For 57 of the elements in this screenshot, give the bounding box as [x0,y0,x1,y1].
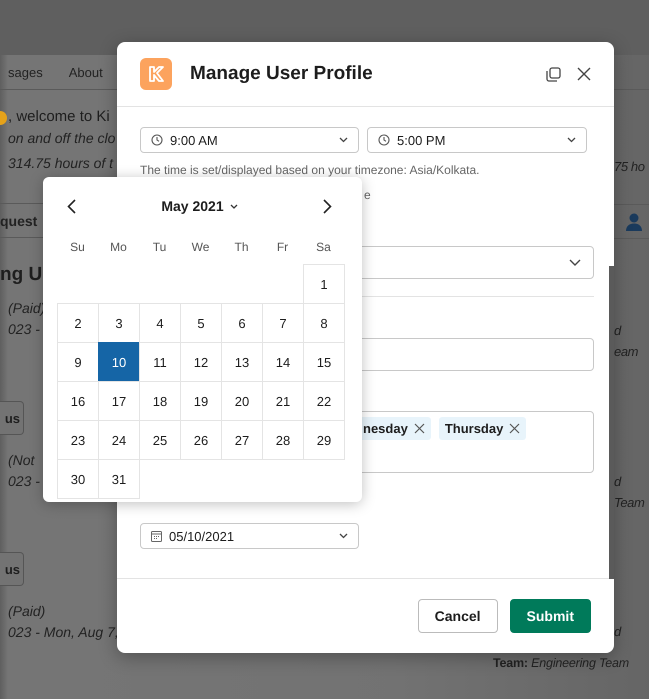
calendar-day[interactable]: 10 [98,342,140,382]
weekday-label: Th [233,240,250,254]
chevron-down-icon [339,533,348,539]
greeting-text: , welcome to Ki [8,107,110,127]
weekday-label: Su [69,240,86,254]
date-field[interactable]: 05/10/2021 [140,523,359,549]
background-text: d [614,322,621,340]
app-logo [140,58,172,90]
background-text: 314.75 hours of t [8,154,114,173]
note-text: e [364,188,371,202]
background-text: d [614,473,621,491]
dialog-title: Manage User Profile [190,63,374,85]
timezone-note: The time is set/displayed based on your timezone: Asia/Kolkata. [140,163,481,177]
background-text: on and off the clo [8,129,116,148]
chevron-down-icon [339,137,348,143]
background-text: 75 ho [614,158,645,176]
background-text: Team [614,494,644,512]
calendar-icon [151,530,162,542]
background-button[interactable]: us [0,552,24,586]
calendar-day[interactable]: 30 [57,459,99,499]
section-heading: quest [0,212,38,228]
background-text: d [614,623,621,641]
background-text: 023 - [8,320,40,339]
weekday-label: We [190,240,210,254]
duplicate-icon[interactable] [546,66,561,82]
submit-button[interactable]: Submit [510,599,591,633]
chevron-down-icon [569,259,581,266]
calendar-day[interactable]: 31 [98,459,140,499]
background-text: (Paid) [8,602,46,621]
calendar-day[interactable]: 1 [303,264,345,304]
month-selector[interactable]: May 2021 [157,196,242,216]
background-button[interactable]: us [0,401,24,435]
calendar-day[interactable]: 29 [303,420,345,460]
clock-icon [151,134,163,146]
background-heading: ng U [0,263,42,287]
background-text: 023 - [8,472,40,491]
chevron-down-icon [567,137,576,143]
user-icon [625,212,643,230]
background-text: eam [614,343,638,361]
remove-icon[interactable] [414,423,425,434]
caret-icon [230,204,238,208]
close-icon[interactable] [577,67,591,81]
weekday-label: Tu [152,240,168,254]
scrollbar[interactable] [609,266,614,579]
end-time-select[interactable]: 5:00 PM [367,127,587,153]
weekday-label: Sa [315,240,332,254]
weekday-label: Mo [109,240,128,254]
remove-icon[interactable] [509,423,520,434]
clock-icon [378,134,390,146]
team-text: Team: Engineering Team [493,655,629,672]
cancel-button[interactable]: Cancel [418,599,498,633]
day-tag: Thursday [438,417,526,440]
background-text: (Not [8,451,34,470]
weekday-label: Fr [276,240,290,254]
start-time-select[interactable]: 9:00 AM [140,127,359,153]
background-text: 023 - Mon, Aug 7, [8,623,119,642]
calendar-day[interactable]: 2 [57,303,99,343]
